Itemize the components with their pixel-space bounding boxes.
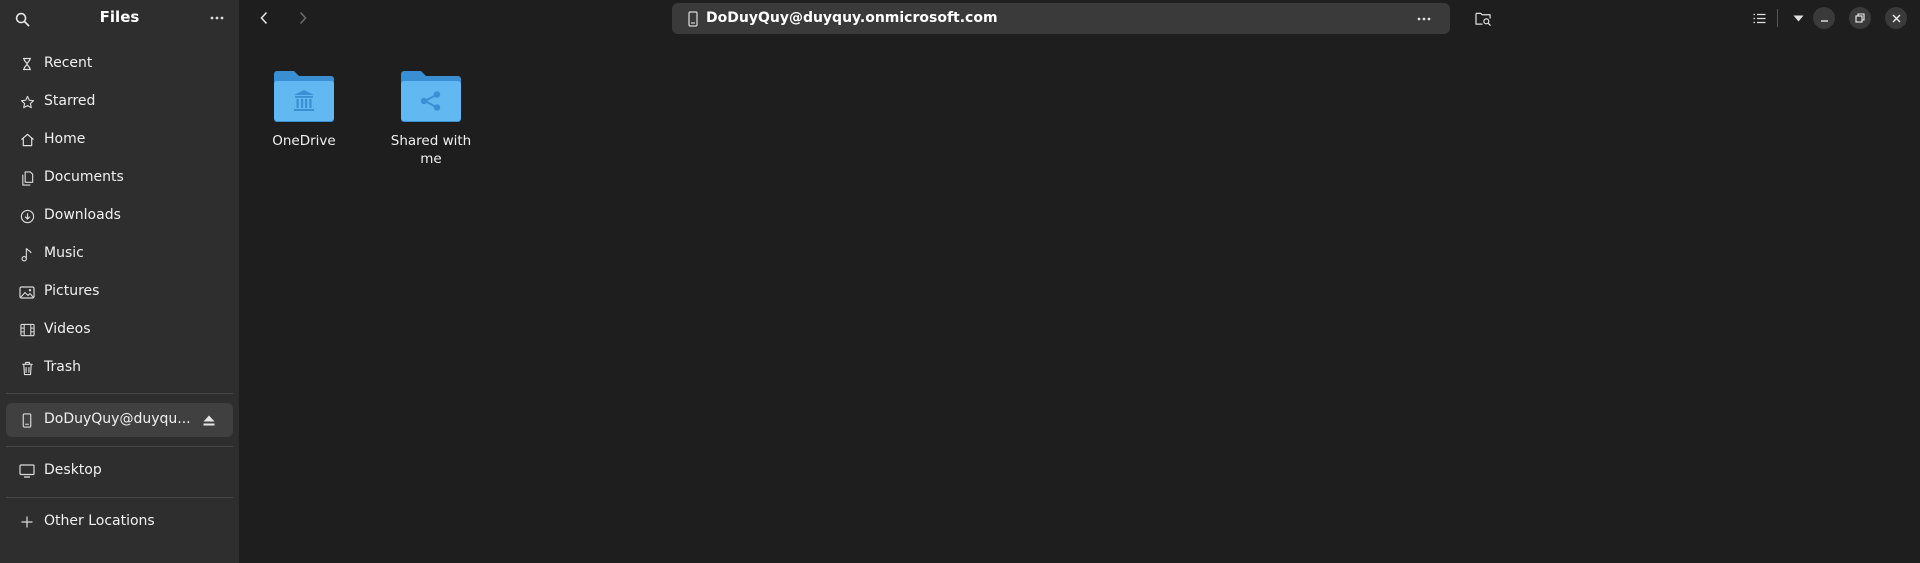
sidebar-item-label: Videos	[44, 321, 91, 337]
file-name: Shared with me	[390, 133, 472, 167]
drive-icon	[19, 412, 35, 428]
sidebar-item-label: Downloads	[44, 207, 121, 223]
file-name: OneDrive	[272, 133, 336, 149]
star-icon	[19, 94, 35, 110]
sidebar: Files Recent Starred Home Documents Down…	[0, 0, 239, 563]
desktop-icon	[19, 463, 35, 479]
sidebar-separator	[6, 497, 233, 498]
sidebar-item-documents[interactable]: Documents	[6, 161, 233, 195]
folder-search-icon	[1474, 12, 1491, 26]
location-path: DoDuyQuy@duyquy.onmicrosoft.com	[706, 10, 998, 26]
app-title: Files	[99, 8, 140, 26]
chevron-left-icon	[260, 11, 268, 25]
sidebar-item-other-locations[interactable]: Other Locations	[6, 505, 233, 539]
more-icon	[1417, 17, 1431, 21]
sidebar-separator	[6, 446, 233, 447]
sidebar-item-music[interactable]: Music	[6, 237, 233, 271]
sidebar-item-label: Recent	[44, 55, 93, 71]
eject-icon[interactable]	[201, 412, 217, 428]
plus-icon	[19, 514, 35, 530]
location-bar[interactable]: DoDuyQuy@duyquy.onmicrosoft.com	[672, 3, 1450, 34]
forward-button[interactable]	[291, 6, 315, 30]
list-icon	[1753, 13, 1765, 23]
minimize-button[interactable]	[1813, 7, 1835, 29]
sidebar-item-videos[interactable]: Videos	[6, 313, 233, 347]
sidebar-header: Files	[0, 0, 239, 36]
more-icon	[210, 16, 224, 20]
sidebar-item-pictures[interactable]: Pictures	[6, 275, 233, 309]
folder-share-icon	[401, 71, 461, 122]
trash-icon	[19, 360, 35, 376]
sidebar-separator	[6, 393, 233, 394]
close-button[interactable]	[1885, 7, 1907, 29]
list-view-button[interactable]	[1747, 6, 1771, 30]
chevron-right-icon	[299, 11, 307, 25]
main-menu-button[interactable]	[205, 6, 229, 30]
location-menu-button[interactable]	[1412, 7, 1436, 31]
home-icon	[19, 132, 35, 148]
sidebar-item-desktop[interactable]: Desktop	[6, 454, 233, 488]
sidebar-item-label: Desktop	[44, 462, 102, 478]
picture-icon	[19, 284, 35, 300]
restore-button[interactable]	[1849, 7, 1871, 29]
sidebar-item-label: Pictures	[44, 283, 100, 299]
sidebar-item-label: Trash	[44, 359, 81, 375]
sidebar-item-recent[interactable]: Recent	[6, 47, 233, 81]
file-view: OneDrive Shared with me	[239, 36, 1920, 563]
view-options-button[interactable]	[1786, 6, 1810, 30]
close-icon	[1892, 14, 1900, 22]
sidebar-item-label: Starred	[44, 93, 96, 109]
sidebar-item-home[interactable]: Home	[6, 123, 233, 157]
back-button[interactable]	[252, 6, 276, 30]
minimize-icon	[1820, 19, 1828, 22]
sidebar-item-label: Home	[44, 131, 86, 147]
sidebar-item-onedrive-mount[interactable]: DoDuyQuy@duyqu...	[6, 403, 233, 437]
sidebar-item-trash[interactable]: Trash	[6, 351, 233, 385]
document-icon	[19, 170, 35, 186]
chevron-down-icon	[1793, 15, 1803, 21]
header-bar: DoDuyQuy@duyquy.onmicrosoft.com	[239, 0, 1920, 36]
folder-library-icon	[274, 71, 334, 122]
sidebar-item-starred[interactable]: Starred	[6, 85, 233, 119]
view-separator	[1777, 9, 1778, 27]
sidebar-item-label: Other Locations	[44, 513, 155, 529]
download-icon	[19, 208, 35, 224]
sidebar-item-label: DoDuyQuy@duyqu...	[44, 411, 191, 427]
file-item-onedrive[interactable]: OneDrive	[252, 66, 356, 176]
drive-icon	[688, 11, 698, 27]
sidebar-item-label: Music	[44, 245, 84, 261]
sidebar-item-label: Documents	[44, 169, 124, 185]
sidebar-item-downloads[interactable]: Downloads	[6, 199, 233, 233]
restore-icon	[1855, 13, 1865, 23]
music-icon	[19, 246, 35, 262]
video-icon	[19, 322, 35, 338]
file-manager-window: Files Recent Starred Home Documents Down…	[0, 0, 1920, 563]
file-item-shared-with-me[interactable]: Shared with me	[379, 66, 483, 176]
clock-icon	[19, 56, 35, 72]
search-in-folder-button[interactable]	[1471, 6, 1495, 30]
